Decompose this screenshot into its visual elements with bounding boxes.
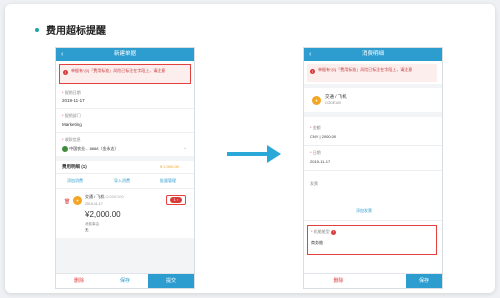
payee-value[interactable]: 中国农业... 8888（金永志） [62, 146, 118, 152]
chevron-down-icon[interactable]: ⌄ [183, 145, 187, 151]
cabin-class-label: * 机舱舱型 ! [311, 229, 336, 235]
import-expense-button[interactable]: 导入消费 [114, 178, 130, 184]
bottom-action-bar: 删除 保存 提交 [56, 273, 194, 288]
expense-item-name: 交通 / 飞机 [325, 94, 347, 99]
delete-button[interactable]: 删除 [56, 274, 102, 288]
delete-button[interactable]: 删除 [304, 274, 373, 288]
alert-text: 单据有“{0}「费用标准」风险已标注在字段上，请注意 [71, 68, 166, 73]
report-date-value[interactable]: 2019-11-17 [62, 98, 85, 103]
payee-label: * 收款信息 [62, 137, 81, 142]
expense-reason-value: 无 [85, 228, 89, 232]
expense-total: ¥ 2,000.00 [160, 164, 179, 169]
risk-alert-banner: ! 单据有“{0}「费用标准」风险已标注在字段上，请注意 [307, 64, 437, 82]
date-label: * 日期 [310, 150, 321, 155]
arrow-right-icon [227, 152, 269, 156]
warning-icon: ! [310, 69, 315, 74]
add-invoice-button[interactable]: 添加发票 [356, 208, 372, 214]
expense-item-name[interactable]: 交通 / 飞机 CODE100 [85, 194, 124, 200]
bank-icon [62, 146, 68, 152]
expense-item-code: CODE100 [325, 101, 341, 105]
trash-icon[interactable]: 🗑 [64, 199, 70, 205]
dept-value[interactable]: Marketing [62, 122, 82, 127]
expense-item-amount: ¥2,000.00 [85, 210, 121, 219]
risk-count-badge[interactable]: 1 › [166, 195, 186, 205]
amount-field[interactable]: CNY | 2000.00 [310, 134, 336, 139]
header-title: 新建单据 [113, 51, 136, 57]
cabin-class-value: 商务舱 [311, 240, 323, 245]
expense-item-date: 2019-11-17 [85, 202, 103, 206]
bullet-dot [35, 28, 39, 33]
slide: 费用超标提醒 ‹ 新建单据 ! 单据有“{0}「费用标准」风险已标注在字段上，请… [5, 4, 495, 293]
amount-label: * 金额 [310, 125, 321, 130]
warning-icon: ! [330, 230, 336, 235]
save-button[interactable]: 保存 [102, 274, 148, 288]
plane-category-icon: ✈ [312, 96, 321, 105]
dept-label: * 报销部门 [62, 113, 81, 118]
batch-manage-button[interactable]: 批量管理 [160, 178, 176, 184]
bottom-action-bar: 删除 保存 [304, 273, 442, 288]
section-title: 费用超标提醒 [35, 22, 106, 37]
section-title-text: 费用超标提醒 [46, 26, 106, 37]
cabin-class-field[interactable]: * 机舱舱型 ! 商务舱 [307, 225, 437, 255]
header-bar: ‹ 消费明细 [304, 48, 442, 61]
header-title: 消费明细 [361, 51, 384, 57]
expense-reason-label: 消费事由 [85, 222, 99, 226]
date-field[interactable]: 2019-11-17 [310, 159, 330, 164]
save-button[interactable]: 保存 [406, 274, 442, 288]
alert-text: 单据有“{0}「费用标准」风险已标注在字段上，请注意 [318, 67, 413, 72]
submit-button[interactable]: 提交 [148, 274, 194, 288]
risk-alert-banner: ! 单据有“{0}「费用标准」风险已标注在字段上，请注意 [59, 64, 191, 84]
back-icon[interactable]: ‹ [309, 48, 311, 61]
new-document-screen: ‹ 新建单据 ! 单据有“{0}「费用标准」风险已标注在字段上，请注意 * 报销… [55, 47, 195, 289]
arrow-head [267, 145, 281, 163]
add-expense-button[interactable]: 添加消费 [67, 178, 83, 184]
expense-detail-title: 费用明细 (1) [62, 164, 87, 169]
invoice-label: 发票 [310, 181, 318, 186]
warning-icon: ! [63, 70, 68, 75]
back-icon[interactable]: ‹ [61, 48, 63, 61]
report-date-label: * 报销日期 [62, 90, 81, 95]
plane-category-icon: ✈ [73, 196, 82, 205]
header-bar: ‹ 新建单据 [56, 48, 194, 61]
expense-detail-screen: ‹ 消费明细 ! 单据有“{0}「费用标准」风险已标注在字段上，请注意 ✈ 交通… [303, 47, 443, 289]
